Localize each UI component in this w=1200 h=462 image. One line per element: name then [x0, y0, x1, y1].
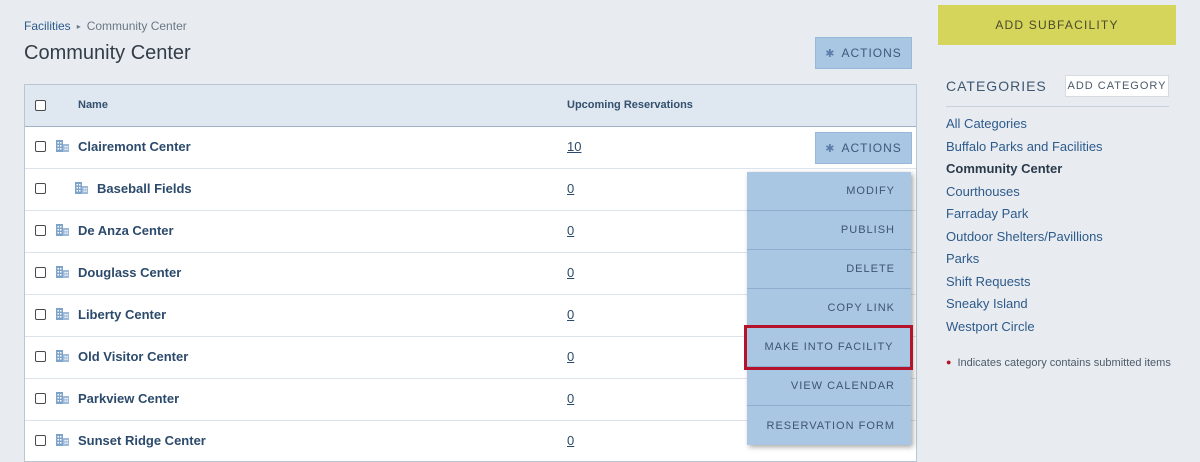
facility-name-link[interactable]: Sunset Ridge Center	[78, 433, 206, 448]
menu-item-reservation-form[interactable]: RESERVATION FORM	[747, 406, 911, 445]
building-icon	[56, 308, 69, 320]
gear-icon: ✱	[825, 47, 836, 60]
breadcrumb: Facilities ▸ Community Center	[24, 19, 187, 33]
page-title: Community Center	[24, 42, 191, 64]
category-list: All Categories Buffalo Parks and Faciliti…	[946, 116, 1103, 341]
category-link[interactable]: Parks	[946, 251, 1103, 274]
categories-divider	[946, 106, 1169, 107]
facility-name-link[interactable]: Clairemont Center	[78, 139, 191, 154]
row-checkbox[interactable]	[35, 309, 46, 320]
menu-item-modify[interactable]: MODIFY	[747, 172, 911, 211]
category-link[interactable]: Courthouses	[946, 184, 1103, 207]
category-link[interactable]: Westport Circle	[946, 319, 1103, 342]
menu-item-view-calendar[interactable]: VIEW CALENDAR	[747, 367, 911, 406]
reservation-count-link[interactable]: 0	[567, 391, 574, 406]
menu-item-copy-link[interactable]: COPY LINK	[747, 289, 911, 328]
actions-button-label: ACTIONS	[841, 46, 902, 60]
building-icon	[56, 140, 69, 152]
row-checkbox[interactable]	[35, 141, 46, 152]
actions-dropdown-menu: MODIFY PUBLISH DELETE COPY LINK MAKE INTO FA…	[747, 172, 911, 445]
actions-button-label: ACTIONS	[841, 141, 902, 155]
breadcrumb-current: Community Center	[86, 19, 187, 33]
reservation-count-link[interactable]: 10	[567, 139, 581, 154]
building-icon	[75, 182, 88, 194]
category-legend: ● Indicates category contains submitted i…	[946, 354, 1176, 372]
row-checkbox[interactable]	[35, 393, 46, 404]
row-checkbox[interactable]	[35, 225, 46, 236]
menu-item-make-into-facility[interactable]: MAKE INTO FACILITY	[747, 328, 911, 367]
reservation-count-link[interactable]: 0	[567, 265, 574, 280]
category-link[interactable]: Outdoor Shelters/Pavillions	[946, 229, 1103, 252]
reservation-count-link[interactable]: 0	[567, 181, 574, 196]
row-checkbox[interactable]	[35, 351, 46, 362]
add-subfacility-button[interactable]: ADD SUBFACILITY	[938, 5, 1176, 45]
category-link[interactable]: Buffalo Parks and Facilities	[946, 139, 1103, 162]
building-icon	[56, 350, 69, 362]
bullet-icon: ●	[946, 357, 952, 367]
category-link[interactable]: Community Center	[946, 161, 1103, 184]
legend-text: Indicates category contains submitted it…	[957, 357, 1171, 369]
facility-name-link[interactable]: Parkview Center	[78, 391, 179, 406]
menu-item-delete[interactable]: DELETE	[747, 250, 911, 289]
row-actions-button[interactable]: ✱ ACTIONS	[815, 132, 912, 164]
row-checkbox[interactable]	[35, 183, 46, 194]
facility-name-link[interactable]: Douglass Center	[78, 265, 181, 280]
facility-name-link[interactable]: Old Visitor Center	[78, 349, 188, 364]
gear-icon: ✱	[825, 142, 836, 155]
reservation-count-link[interactable]: 0	[567, 433, 574, 448]
menu-item-publish[interactable]: PUBLISH	[747, 211, 911, 250]
column-header-name[interactable]: Name	[78, 99, 108, 111]
category-link[interactable]: All Categories	[946, 116, 1103, 139]
reservation-count-link[interactable]: 0	[567, 349, 574, 364]
reservation-count-link[interactable]: 0	[567, 307, 574, 322]
building-icon	[56, 434, 69, 446]
building-icon	[56, 392, 69, 404]
facility-name-link[interactable]: Liberty Center	[78, 307, 166, 322]
reservation-count-link[interactable]: 0	[567, 223, 574, 238]
breadcrumb-facilities-link[interactable]: Facilities	[24, 19, 71, 33]
table-row: Clairemont Center 10 ✱ ACTIONS	[25, 127, 916, 169]
building-icon	[56, 266, 69, 278]
facility-name-link[interactable]: De Anza Center	[78, 223, 174, 238]
actions-button[interactable]: ✱ ACTIONS	[815, 37, 912, 69]
categories-title: CATEGORIES	[946, 78, 1047, 94]
table-header: Name Upcoming Reservations	[25, 85, 916, 127]
column-header-reservations[interactable]: Upcoming Reservations	[567, 99, 693, 111]
category-link[interactable]: Sneaky Island	[946, 296, 1103, 319]
facility-name-link[interactable]: Baseball Fields	[97, 181, 192, 196]
row-checkbox[interactable]	[35, 435, 46, 446]
select-all-checkbox[interactable]	[35, 100, 46, 111]
add-category-button[interactable]: ADD CATEGORY	[1065, 75, 1169, 97]
category-link[interactable]: Farraday Park	[946, 206, 1103, 229]
building-icon	[56, 224, 69, 236]
breadcrumb-separator-icon: ▸	[76, 22, 81, 31]
category-link[interactable]: Shift Requests	[946, 274, 1103, 297]
row-checkbox[interactable]	[35, 267, 46, 278]
